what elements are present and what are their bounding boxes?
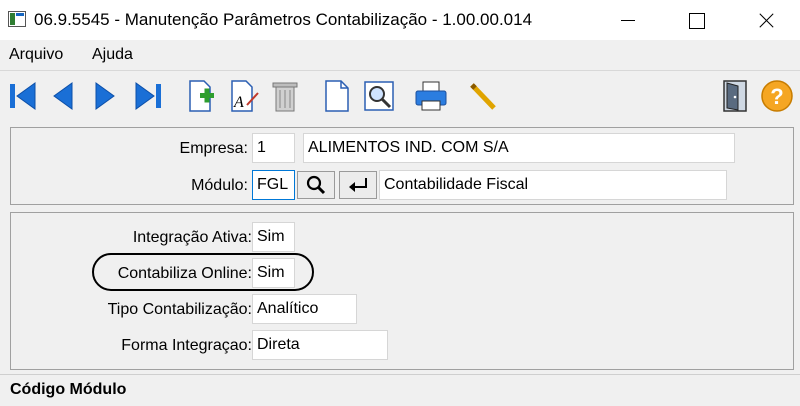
forma-integracao-field[interactable]: Direta bbox=[252, 330, 388, 360]
pencil-icon bbox=[470, 83, 496, 110]
app-icon bbox=[8, 11, 26, 27]
exit-button[interactable] bbox=[716, 77, 754, 115]
menu-ajuda[interactable]: Ajuda bbox=[92, 46, 133, 64]
delete-record-icon bbox=[272, 82, 298, 112]
integracao-ativa-label: Integração Ativa: bbox=[132, 229, 252, 246]
preview-button[interactable] bbox=[360, 77, 398, 115]
menu-bar: Arquivo Ajuda bbox=[0, 40, 800, 68]
empresa-name-field: ALIMENTOS IND. COM S/A bbox=[303, 133, 735, 163]
menu-arquivo[interactable]: Arquivo bbox=[9, 46, 63, 64]
blank-document-button[interactable] bbox=[318, 77, 356, 115]
close-button[interactable] bbox=[744, 0, 790, 40]
tipo-contabilizacao-field[interactable]: Analítico bbox=[252, 294, 357, 324]
enter-arrow-icon bbox=[349, 178, 367, 192]
new-record-icon bbox=[189, 80, 214, 112]
modulo-label: Módulo: bbox=[191, 177, 248, 194]
exit-door-icon bbox=[723, 80, 747, 112]
svg-text:?: ? bbox=[770, 84, 783, 109]
modulo-search-button[interactable] bbox=[297, 171, 335, 199]
svg-text:A: A bbox=[233, 94, 244, 111]
edit-record-button[interactable]: A bbox=[225, 77, 263, 115]
tipo-contabilizacao-label: Tipo Contabilização: bbox=[107, 301, 252, 318]
search-icon bbox=[306, 175, 326, 195]
modulo-name-field: Contabilidade Fiscal bbox=[379, 170, 727, 200]
last-record-icon bbox=[135, 82, 161, 110]
print-button[interactable] bbox=[412, 77, 450, 115]
minimize-button[interactable] bbox=[605, 0, 651, 40]
highlight-annotation bbox=[92, 253, 314, 291]
maximize-button[interactable] bbox=[673, 0, 719, 40]
status-bar: Código Módulo bbox=[0, 374, 800, 406]
empresa-label: Empresa: bbox=[179, 140, 248, 157]
empresa-code-field[interactable]: 1 bbox=[252, 133, 295, 163]
blank-document-icon bbox=[325, 80, 349, 112]
delete-record-button[interactable] bbox=[266, 77, 304, 115]
title-bar: 06.9.5545 - Manutenção Parâmetros Contab… bbox=[0, 0, 800, 40]
first-record-button[interactable] bbox=[5, 77, 43, 115]
window-title: 06.9.5545 - Manutenção Parâmetros Contab… bbox=[34, 10, 533, 29]
print-icon bbox=[415, 81, 447, 111]
modulo-code-field[interactable]: FGL bbox=[252, 170, 295, 200]
previous-record-button[interactable] bbox=[44, 77, 82, 115]
forma-integracao-label: Forma Integraçao: bbox=[121, 337, 252, 354]
last-record-button[interactable] bbox=[128, 77, 166, 115]
next-record-icon bbox=[95, 82, 115, 110]
pencil-button[interactable] bbox=[464, 77, 502, 115]
status-text: Código Módulo bbox=[10, 381, 127, 398]
previous-record-icon bbox=[53, 82, 73, 110]
new-record-button[interactable] bbox=[182, 77, 220, 115]
first-record-icon bbox=[10, 82, 36, 110]
preview-icon bbox=[364, 81, 394, 111]
modulo-enter-button[interactable] bbox=[339, 171, 377, 199]
next-record-button[interactable] bbox=[86, 77, 124, 115]
help-icon: ? bbox=[761, 80, 793, 112]
integracao-ativa-field[interactable]: Sim bbox=[252, 222, 295, 252]
toolbar: A ? bbox=[0, 70, 800, 120]
help-button[interactable]: ? bbox=[758, 77, 796, 115]
edit-record-icon: A bbox=[231, 80, 259, 112]
